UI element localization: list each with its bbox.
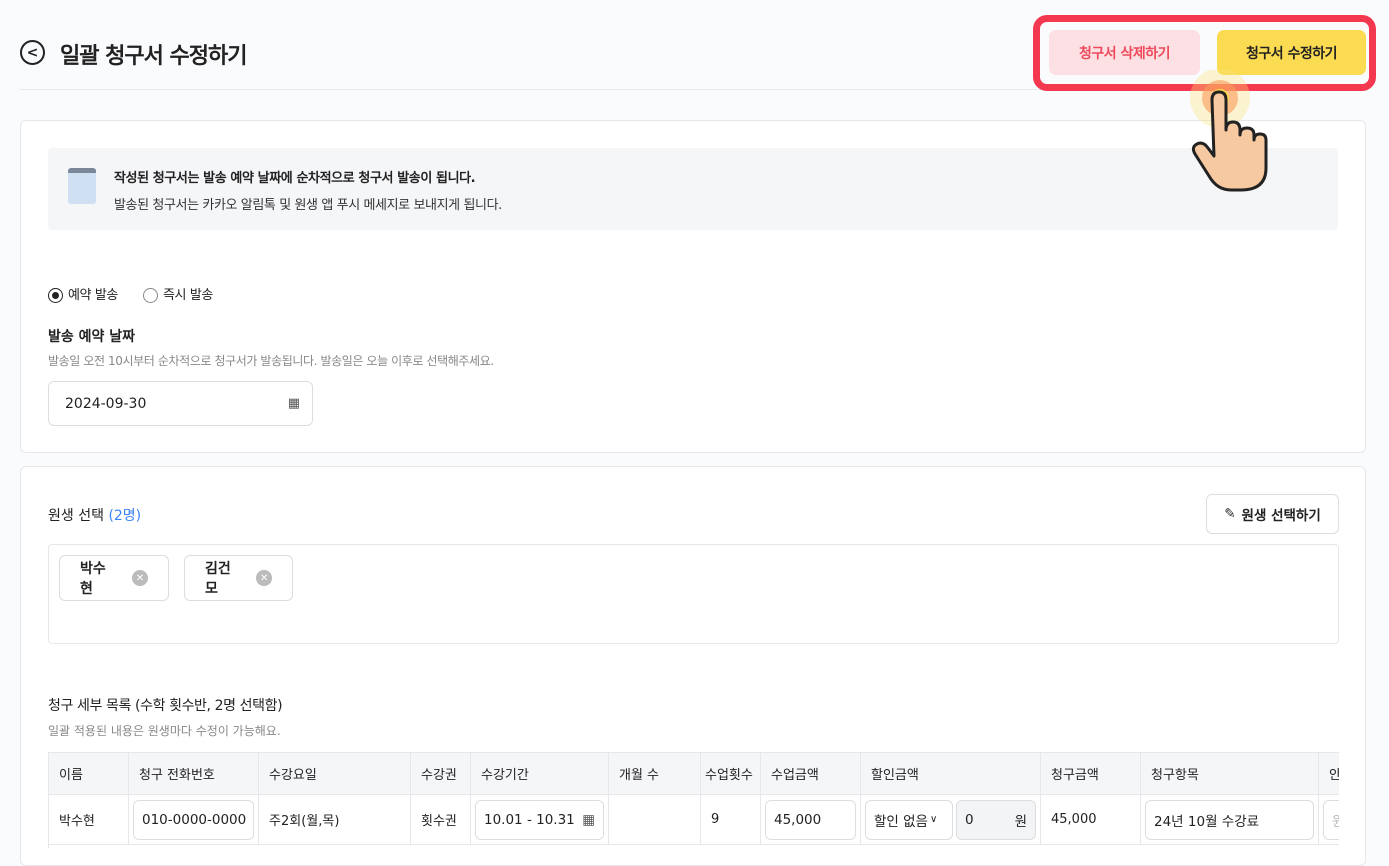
label-text: 원생 선택 — [48, 508, 104, 524]
item-input[interactable]: 24년 10월 수강료 — [1145, 799, 1314, 840]
price-input[interactable]: 45,000 — [765, 799, 856, 840]
details-table: 이름 청구 전화번호 수강요일 수강권 수강기간 개월 수 수업횟수 수업금액 … — [48, 752, 1339, 848]
button-label: 원생 선택하기 — [1241, 508, 1321, 524]
radio-reserved[interactable]: 예약 발송 — [48, 284, 118, 303]
col-header: 수강기간 — [470, 752, 609, 795]
back-button[interactable]: < — [20, 40, 45, 65]
col-header: 청구금액 — [1040, 752, 1141, 795]
radio-label: 예약 발송 — [68, 288, 118, 303]
table-row: 박수현 010-0000-0000 주2회(월,목) 횟수권 10.01 - 1… — [48, 794, 1339, 845]
remove-icon[interactable]: ✕ — [256, 570, 272, 586]
radio-unchecked-icon — [143, 288, 158, 303]
chevron-left-icon: < — [26, 44, 39, 61]
page-title: 일괄 청구서 수정하기 — [60, 44, 247, 69]
notice-box: 작성된 청구서는 발송 예약 날짜에 순차적으로 청구서 발송이 됩니다. 발송… — [48, 148, 1338, 230]
select-students-button[interactable]: ✎ 원생 선택하기 — [1206, 494, 1339, 534]
discount-value: 0 — [965, 811, 974, 828]
months-cell — [608, 794, 701, 845]
radio-now[interactable]: 즉시 발송 — [143, 284, 213, 303]
chevron-down-icon: ∨ — [929, 814, 938, 825]
date-input[interactable]: 2024-09-30 ▦ — [48, 381, 313, 426]
select-value: 할인 없음 — [874, 813, 928, 830]
ticket-cell: 횟수권 — [410, 794, 471, 845]
calendar-icon[interactable]: ▦ — [582, 812, 595, 828]
extra-input[interactable]: 원 — [1323, 799, 1339, 840]
unit-label: 원 — [1014, 813, 1027, 830]
col-header: 수강권 — [410, 752, 471, 795]
notice-line2: 발송된 청구서는 카카오 알림톡 및 원생 앱 푸시 메세지로 보내지게 됩니다… — [114, 198, 502, 213]
col-header: 안 — [1318, 752, 1339, 795]
phone-input[interactable]: 010-0000-0000 — [133, 799, 254, 840]
pointer-hand-icon — [1190, 70, 1268, 192]
date-label: 발송 예약 날짜 — [48, 329, 136, 345]
details-title: 청구 세부 목록 (수학 횟수반, 2명 선택함) — [48, 698, 283, 714]
col-header: 청구 전화번호 — [128, 752, 259, 795]
col-header: 할인금액 — [860, 752, 1041, 795]
chip-label: 박수현 — [80, 561, 106, 597]
radio-checked-icon — [48, 288, 63, 303]
students-count: (2명) — [108, 508, 142, 524]
details-table-wrap[interactable]: 이름 청구 전화번호 수강요일 수강권 수강기간 개월 수 수업횟수 수업금액 … — [48, 752, 1339, 848]
pencil-icon: ✎ — [1224, 506, 1236, 522]
student-chip: 김건모 ✕ — [184, 555, 293, 601]
students-label: 원생 선택 (2명) — [48, 505, 141, 525]
delete-invoice-button[interactable]: 청구서 삭제하기 — [1049, 30, 1200, 75]
student-chip: 박수현 ✕ — [59, 555, 169, 601]
total-cell: 45,000 — [1040, 794, 1141, 845]
date-help: 발송일 오전 10시부터 순차적으로 청구서가 발송됩니다. 발송일은 오늘 이… — [48, 354, 494, 368]
discount-input[interactable]: 0원 — [956, 799, 1036, 840]
details-help: 일괄 적용된 내용은 원생마다 수정이 가능해요. — [48, 724, 281, 738]
remove-icon[interactable]: ✕ — [132, 570, 148, 586]
radio-label: 즉시 발송 — [163, 288, 213, 303]
edit-invoice-button[interactable]: 청구서 수정하기 — [1217, 30, 1366, 75]
period-input[interactable]: 10.01 - 10.31 ▦ — [475, 799, 604, 840]
chip-label: 김건모 — [205, 561, 231, 597]
discount-type-select[interactable]: 할인 없음 ∨ — [865, 799, 953, 840]
days-cell: 주2회(월,목) — [258, 794, 411, 845]
name-cell: 박수현 — [48, 794, 129, 845]
col-header: 수업횟수 — [700, 752, 761, 795]
count-cell: 9 — [700, 794, 761, 845]
period-value: 10.01 - 10.31 — [484, 811, 575, 828]
date-value: 2024-09-30 — [65, 395, 147, 412]
col-header: 수강요일 — [258, 752, 411, 795]
notice-line1: 작성된 청구서는 발송 예약 날짜에 순차적으로 청구서 발송이 됩니다. — [114, 171, 476, 186]
col-header: 청구항목 — [1140, 752, 1319, 795]
col-header: 개월 수 — [608, 752, 701, 795]
calendar-icon[interactable]: ▦ — [288, 396, 300, 411]
col-header: 수업금액 — [760, 752, 861, 795]
col-header: 이름 — [48, 752, 129, 795]
notepad-icon — [68, 168, 96, 204]
